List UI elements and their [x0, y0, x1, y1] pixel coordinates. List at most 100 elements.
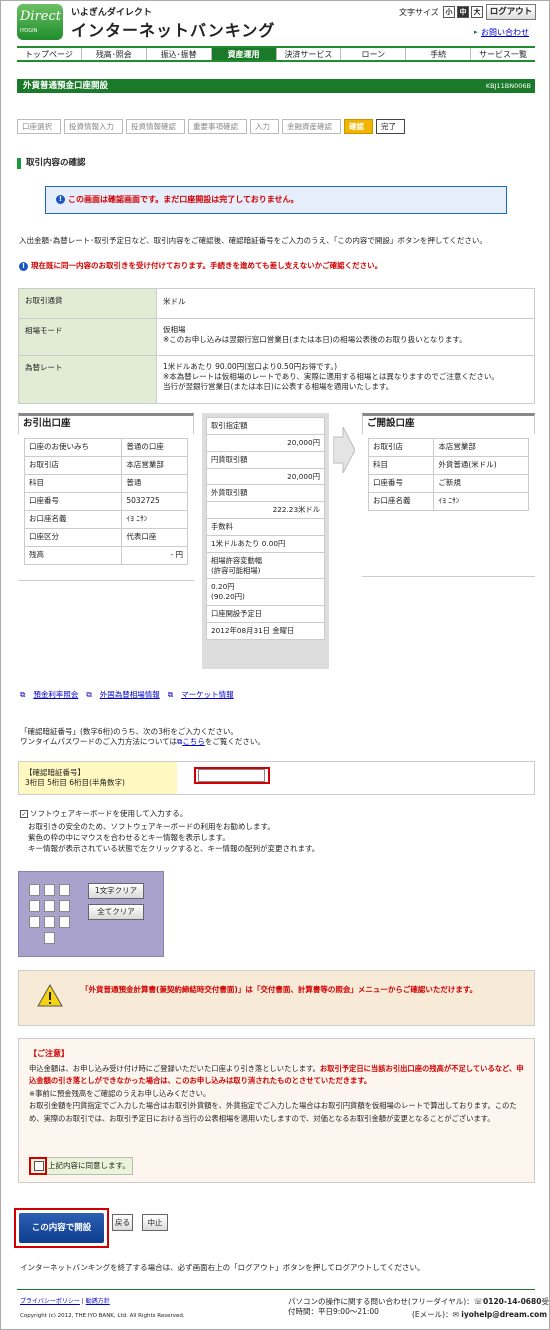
cell-value: 代表口座: [121, 527, 188, 547]
font-size-large-button[interactable]: 大: [471, 6, 483, 18]
keyboard-key[interactable]: [29, 916, 40, 928]
software-keyboard-label: ソフトウェアキーボードを使用して入力する。: [30, 809, 188, 818]
table-row: 口座番号 ご新規: [367, 473, 529, 493]
cell-label: 口座開設予定日: [206, 605, 325, 623]
keyboard-key[interactable]: [44, 884, 55, 896]
currency-label: お取引通貨: [18, 288, 157, 319]
submit-highlight: この内容で開設: [14, 1208, 109, 1248]
software-keyboard[interactable]: 1文字クリア 全てクリア: [18, 871, 164, 957]
confirm-notice: ! この画面は確認画面です。まだ口座開設は完了しておりません。: [45, 186, 507, 214]
link-market-info[interactable]: マーケット情報: [181, 690, 234, 700]
caution-body: 申込金額は、お申し込み受け付け時にご登録いただいた口座より引き落としいたします。…: [29, 1063, 527, 1125]
nav-service-list[interactable]: サービス一覧: [471, 48, 535, 60]
cell-value: 普通の口座: [121, 437, 188, 457]
cell-value: ｲﾖ ﾆｻﾝ: [433, 491, 529, 511]
kb-desc2: 紫色の枠の中にマウスを合わせるとキー情報を表示します。: [28, 833, 230, 842]
auth-code-input[interactable]: [198, 769, 265, 782]
cell-label: お口座名義: [367, 491, 435, 511]
solicitation-link[interactable]: 勧誘方針: [86, 1298, 110, 1305]
rate-label: 為替レート: [18, 355, 157, 404]
currency-value: 米ドル: [156, 288, 535, 319]
nav-balance[interactable]: 残高･照会: [81, 48, 147, 60]
main-nav: トップページ 残高･照会 振込･振替 資産運用 決済サービス ローン 手続 サー…: [17, 46, 535, 62]
table-row: 相場モード 仮相場 ※このお申し込みは翌銀行窓口営業日(または本日)の相場公表後…: [18, 318, 535, 356]
nav-top[interactable]: トップページ: [17, 48, 82, 60]
caution-p1: 申込金額は、お申し込み受け付け時にご登録いただいた口座より引き落としいたします。…: [29, 1063, 527, 1088]
cell-label: 科目: [23, 473, 123, 493]
cell-value: - 円: [121, 545, 188, 565]
privacy-link[interactable]: プライバシーポリシー: [20, 1298, 80, 1305]
submit-button[interactable]: この内容で開設: [19, 1213, 104, 1243]
notice-text: この画面は確認画面です。まだ口座開設は完了しておりません。: [68, 195, 299, 204]
auth-text2-post: をご覧ください。: [204, 737, 265, 747]
caution-p3: お取引金額を円貨指定でご入力した場合はお取引外貨額を、外貨指定でご入力した場合は…: [29, 1101, 517, 1123]
inquiry-link[interactable]: お問い合わせ: [481, 28, 529, 39]
keyboard-key[interactable]: [59, 900, 70, 912]
footer-links: プライバシーポリシー | 勧誘方針: [20, 1298, 110, 1305]
table-row: 手数料: [206, 518, 325, 536]
page: Direct IYOGIN いよぎんダイレクト インターネットバンキング 文字サ…: [0, 0, 550, 1330]
cell-label: 手数料: [206, 518, 325, 536]
transaction-summary-table: 取引指定額 20,000円 円貨取引額 20,000円 外貨取引額 222.23…: [206, 417, 325, 640]
table-row: お口座名義 ｲﾖ ﾆｻﾝ: [367, 491, 529, 511]
nav-procedures[interactable]: 手続: [406, 48, 472, 60]
keyboard-key[interactable]: [44, 900, 55, 912]
cell-label: 外貨取引額: [206, 484, 325, 503]
nav-loan[interactable]: ローン: [341, 48, 407, 60]
allowance-sublabel: (許容可能相場): [211, 565, 261, 575]
link-deposit-rates[interactable]: 預金利率照会: [33, 690, 78, 700]
dest-account-title: ご開設口座: [362, 413, 535, 434]
clear-all-button[interactable]: 全てクリア: [88, 904, 144, 920]
caution-p2: ※事前に預金残高をご確認のうえお申し込みください。: [29, 1088, 211, 1098]
cell-label: 口座番号: [23, 491, 123, 511]
step-account-select: 口座選択: [17, 119, 61, 134]
font-size-label: 文字サイズ: [399, 8, 439, 17]
mail-icon: ✉: [452, 1310, 459, 1319]
back-button[interactable]: 戻る: [112, 1214, 133, 1231]
software-keyboard-checkbox[interactable]: ✓: [20, 810, 28, 818]
keyboard-key[interactable]: [29, 900, 40, 912]
caution-p1-normal: 申込金額は、お申し込み受け付け時にご登録いただいた口座より引き落としいたします。: [29, 1064, 320, 1073]
keyboard-key[interactable]: [44, 916, 55, 928]
nav-payment[interactable]: 決済サービス: [276, 48, 342, 60]
cell-value: ｲﾖ ﾆｻﾝ: [121, 509, 188, 529]
nav-investment[interactable]: 資産運用: [211, 48, 277, 60]
cell-label: 口座番号: [367, 473, 435, 493]
table-row: お口座名義 ｲﾖ ﾆｻﾝ: [23, 509, 188, 529]
table-row: 残高 - 円: [23, 545, 188, 565]
software-keyboard-option[interactable]: ✓ ソフトウェアキーボードを使用して入力する。: [20, 809, 187, 819]
section-title: 取引内容の確認: [17, 158, 86, 170]
agree-option[interactable]: 上記内容に同意します。: [29, 1157, 133, 1175]
warning-info-icon: !: [19, 261, 28, 271]
otp-help-link[interactable]: こちら: [182, 737, 205, 746]
keyboard-key[interactable]: [29, 884, 40, 896]
step-investment-input: 投資情報入力: [64, 119, 123, 134]
progress-steps: 口座選択 投資情報入力 投資情報確認 重要事項確認 入力 金融資産確認 確認 完…: [17, 119, 408, 134]
logout-button[interactable]: ログアウト: [486, 4, 536, 20]
inquiry-arrow-icon: ▸: [474, 28, 478, 36]
nav-transfer[interactable]: 振込･振替: [146, 48, 212, 60]
caution-box: 【ご注意】 申込金額は、お申し込み受け付け時にご登録いただいた口座より引き落とし…: [18, 1038, 535, 1183]
clear-one-button[interactable]: 1文字クリア: [88, 883, 144, 899]
font-size-small-button[interactable]: 小: [443, 6, 455, 18]
table-row: 外貨取引額: [206, 484, 325, 503]
source-account-title: お引出口座: [18, 413, 194, 434]
keyboard-key[interactable]: [44, 932, 55, 944]
cell-value: 1米ドルあたり 0.00円: [206, 534, 325, 553]
auth-code-label: 【確認暗証番号】 3桁目 5桁目 6桁目(半角数字): [19, 762, 177, 794]
logo-text: Direct: [20, 9, 61, 24]
table-row: お取引店 本店営業部: [23, 455, 188, 475]
source-account-panel: お引出口座 口座のお使いみち 普通の口座 お取引店 本店営業部 科目 普通 口座番号 5…: [18, 413, 194, 581]
cell-label: 取引指定額: [206, 417, 325, 435]
keyboard-key[interactable]: [59, 916, 70, 928]
table-row: 口座番号 5032725: [23, 491, 188, 511]
allowance-subvalue: (90.20円): [211, 592, 245, 602]
cell-value: ご新規: [433, 473, 529, 493]
table-row: 20,000円: [206, 467, 325, 486]
keyboard-key[interactable]: [59, 884, 70, 896]
duplicate-warning: ! 現在既に同一内容のお取引きを受け付けております。手続きを進めても差し支えないか…: [19, 261, 382, 271]
cell-value: 0.20円 (90.20円): [206, 578, 325, 607]
link-fx-rates[interactable]: 外国為替相場情報: [100, 690, 160, 700]
font-size-medium-button[interactable]: 中: [457, 6, 469, 18]
cancel-button[interactable]: 中止: [142, 1214, 168, 1231]
